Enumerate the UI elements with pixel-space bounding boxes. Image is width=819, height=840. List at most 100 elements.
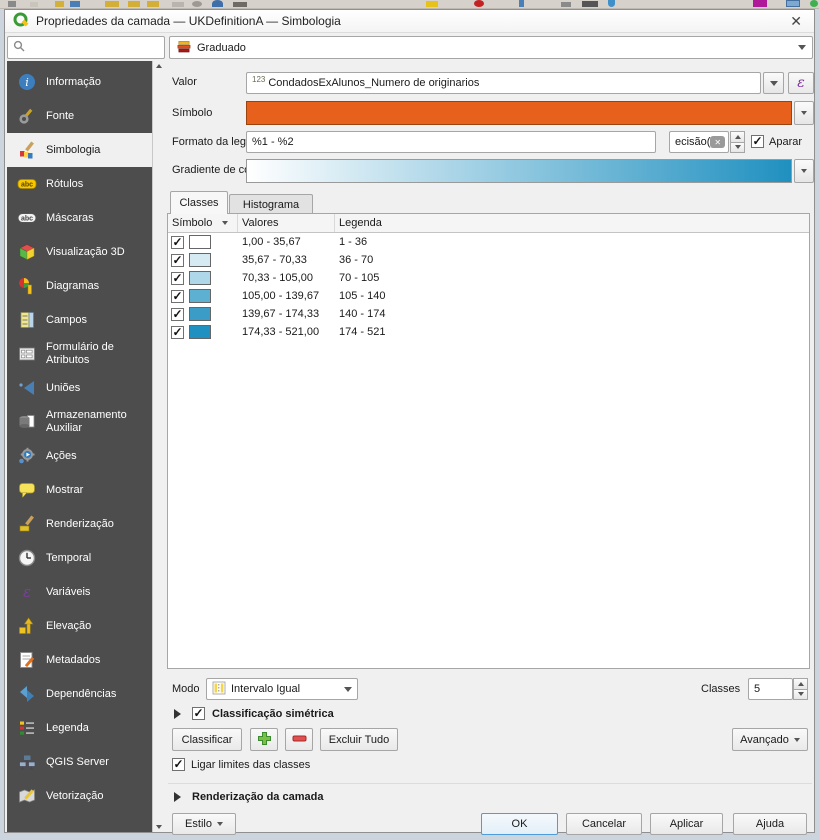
column-header-legenda[interactable]: Legenda xyxy=(335,214,809,232)
sidebar-item-acoes[interactable]: Ações xyxy=(7,439,152,473)
advanced-button[interactable]: Avançado xyxy=(732,728,808,751)
table-row[interactable]: 174,33 - 521,00 174 - 521 xyxy=(168,323,809,341)
class-color-swatch[interactable] xyxy=(189,289,211,303)
classify-button[interactable]: Classificar xyxy=(172,728,242,751)
class-values[interactable]: 35,67 - 70,33 xyxy=(238,254,335,266)
help-button[interactable]: Ajuda xyxy=(733,813,807,835)
sidebar-item-variaveis[interactable]: ε Variáveis xyxy=(7,575,152,609)
sidebar-item-temporal[interactable]: Temporal xyxy=(7,541,152,575)
ok-button[interactable]: OK xyxy=(481,813,558,835)
table-row[interactable]: 70,33 - 105,00 70 - 105 xyxy=(168,269,809,287)
sidebar-item-elevacao[interactable]: Elevação xyxy=(7,609,152,643)
class-values[interactable]: 174,33 - 521,00 xyxy=(238,326,335,338)
sidebar-item-informacao[interactable]: i Informação xyxy=(7,65,152,99)
dialog-titlebar[interactable]: Propriedades da camada — UKDefinitionA —… xyxy=(5,10,814,33)
class-visibility-checkbox[interactable] xyxy=(171,290,184,303)
sidebar-item-formulario-de-atributos[interactable]: Formulário de Atributos xyxy=(7,337,152,371)
class-legend[interactable]: 105 - 140 xyxy=(335,290,809,302)
sidebar-item-mascaras[interactable]: abc Máscaras xyxy=(7,201,152,235)
sidebar-item-unioes[interactable]: Uniões xyxy=(7,371,152,405)
cancel-button[interactable]: Cancelar xyxy=(566,813,642,835)
add-class-button[interactable] xyxy=(250,728,278,751)
symmetric-checkbox[interactable] xyxy=(192,707,205,720)
value-field-select[interactable]: 123 CondadosExAlunos_Numero de originari… xyxy=(246,72,761,94)
tab-histograma[interactable]: Histograma xyxy=(229,194,313,214)
sidebar-item-rotulos[interactable]: abc Rótulos xyxy=(7,167,152,201)
sidebar-item-campos[interactable]: Campos xyxy=(7,303,152,337)
class-values[interactable]: 1,00 - 35,67 xyxy=(238,236,335,248)
class-legend[interactable]: 1 - 36 xyxy=(335,236,809,248)
remove-class-button[interactable] xyxy=(285,728,313,751)
delete-all-button[interactable]: Excluir Tudo xyxy=(320,728,398,751)
sidebar-item-diagramas[interactable]: Diagramas xyxy=(7,269,152,303)
class-color-swatch[interactable] xyxy=(189,325,211,339)
class-legend[interactable]: 140 - 174 xyxy=(335,308,809,320)
symbol-preview[interactable] xyxy=(246,101,792,125)
precision-spinner[interactable] xyxy=(730,131,745,153)
class-legend[interactable]: 36 - 70 xyxy=(335,254,809,266)
table-row[interactable]: 139,67 - 174,33 140 - 174 xyxy=(168,305,809,323)
column-header-valores[interactable]: Valores xyxy=(238,214,335,232)
sidebar-item-qgis-server[interactable]: QGIS Server xyxy=(7,745,152,779)
sidebar-scrollbar[interactable] xyxy=(152,61,165,832)
class-visibility-checkbox[interactable] xyxy=(171,326,184,339)
sidebar-item-dependencias[interactable]: Dependências xyxy=(7,677,152,711)
spin-up-icon[interactable] xyxy=(730,131,745,142)
sidebar-item-vetorizacao[interactable]: Vetorização xyxy=(7,779,152,813)
class-color-swatch[interactable] xyxy=(189,235,211,249)
expression-builder-button[interactable]: ε xyxy=(788,72,814,94)
class-color-swatch[interactable] xyxy=(189,253,211,267)
sidebar-item-fonte[interactable]: Fonte xyxy=(7,99,152,133)
precision-spinbox[interactable]: ecisão( ✕ xyxy=(669,131,729,153)
classes-count-spinner[interactable] xyxy=(793,678,808,700)
class-color-swatch[interactable] xyxy=(189,307,211,321)
close-icon[interactable]: ✕ xyxy=(786,13,806,30)
spin-down-icon[interactable] xyxy=(730,142,745,154)
sidebar-item-renderizacao[interactable]: Renderização xyxy=(7,507,152,541)
expand-symmetric-icon[interactable] xyxy=(174,709,181,719)
class-values[interactable]: 70,33 - 105,00 xyxy=(238,272,335,284)
sidebar-item-legenda[interactable]: Legenda xyxy=(7,711,152,745)
mode-select[interactable]: Intervalo Igual xyxy=(206,678,358,700)
classes-table[interactable]: Símbolo Valores Legenda 1,00 - 35,67 1 -… xyxy=(167,213,810,669)
symbol-dropdown-button[interactable] xyxy=(794,101,814,125)
scroll-up-icon[interactable] xyxy=(156,64,162,68)
chevron-down-icon xyxy=(801,169,807,173)
sidebar-item-mostrar[interactable]: Mostrar xyxy=(7,473,152,507)
table-row[interactable]: 1,00 - 35,67 1 - 36 xyxy=(168,233,809,251)
class-visibility-checkbox[interactable] xyxy=(171,308,184,321)
class-values[interactable]: 105,00 - 139,67 xyxy=(238,290,335,302)
class-legend[interactable]: 174 - 521 xyxy=(335,326,809,338)
link-boundaries-checkbox[interactable] xyxy=(172,758,185,771)
scroll-down-icon[interactable] xyxy=(156,825,162,829)
class-visibility-checkbox[interactable] xyxy=(171,236,184,249)
color-ramp-dropdown-button[interactable] xyxy=(794,159,814,183)
sidebar-item-armazenamento-auxiliar[interactable]: Armazenamento Auxiliar xyxy=(7,405,152,439)
sidebar-item-simbologia[interactable]: Simbologia xyxy=(7,133,152,167)
table-row[interactable]: 105,00 - 139,67 105 - 140 xyxy=(168,287,809,305)
class-values[interactable]: 139,67 - 174,33 xyxy=(238,308,335,320)
spin-down-icon[interactable] xyxy=(793,689,808,701)
value-dropdown-button[interactable] xyxy=(763,72,784,94)
expand-layer-rendering-icon[interactable] xyxy=(174,792,181,802)
class-visibility-checkbox[interactable] xyxy=(171,254,184,267)
class-visibility-checkbox[interactable] xyxy=(171,272,184,285)
class-legend[interactable]: 70 - 105 xyxy=(335,272,809,284)
tab-classes[interactable]: Classes xyxy=(170,191,228,214)
renderer-type-select[interactable]: Graduado xyxy=(169,36,813,59)
sidebar-item-metadados[interactable]: Metadados xyxy=(7,643,152,677)
classes-table-header[interactable]: Símbolo Valores Legenda xyxy=(168,214,809,233)
sidebar-item-visualizacao-3d[interactable]: Visualização 3D xyxy=(7,235,152,269)
style-button[interactable]: Estilo xyxy=(172,813,236,835)
class-color-swatch[interactable] xyxy=(189,271,211,285)
column-header-simbolo[interactable]: Símbolo xyxy=(168,214,238,232)
trim-checkbox[interactable] xyxy=(751,135,764,148)
color-ramp-bar[interactable] xyxy=(246,159,792,183)
clear-icon[interactable]: ✕ xyxy=(710,136,725,148)
table-row[interactable]: 35,67 - 70,33 36 - 70 xyxy=(168,251,809,269)
search-input[interactable] xyxy=(7,36,165,59)
apply-button[interactable]: Aplicar xyxy=(650,813,723,835)
legend-format-input[interactable]: %1 - %2 xyxy=(246,131,656,153)
spin-up-icon[interactable] xyxy=(793,678,808,689)
classes-count-input[interactable]: 5 xyxy=(748,678,793,700)
